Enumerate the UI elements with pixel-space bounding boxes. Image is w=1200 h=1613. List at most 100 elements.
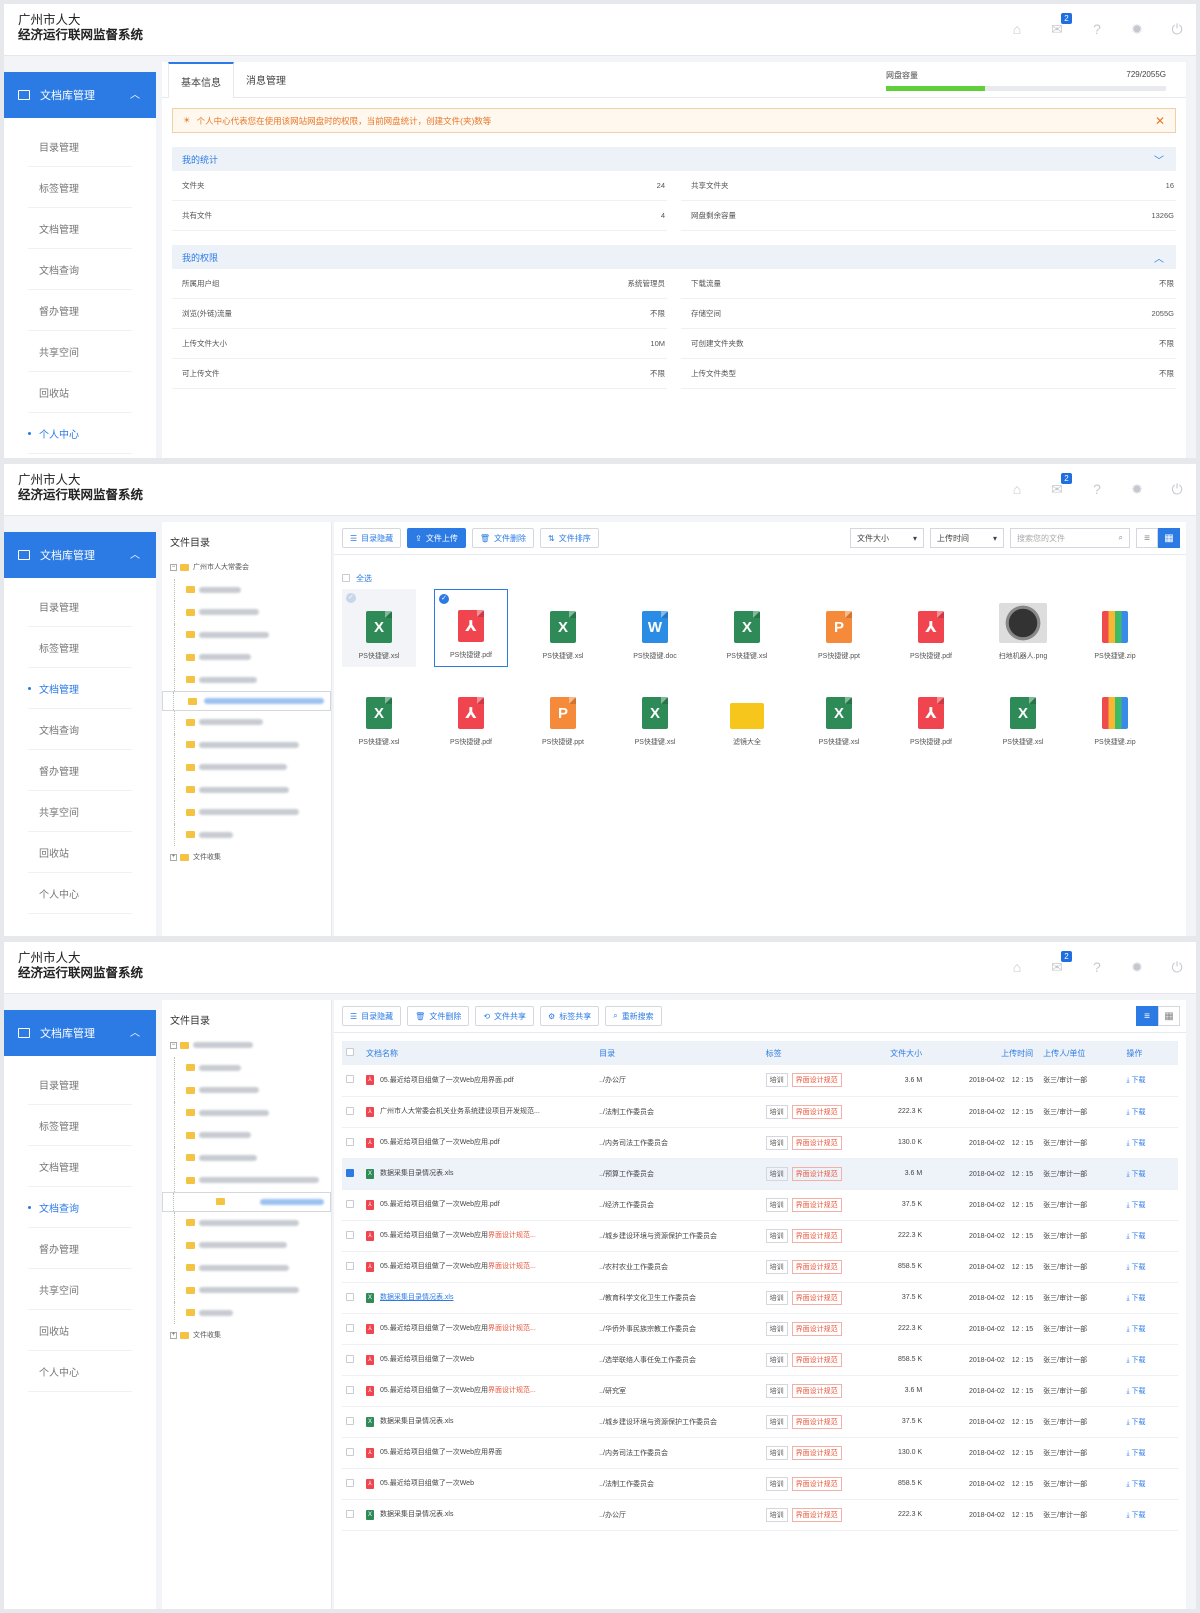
- delete-button[interactable]: 🗑 文件删除: [471, 528, 535, 548]
- sort-button[interactable]: ⇅ 文件排序: [540, 528, 599, 548]
- download-link[interactable]: ⤓ 下载: [1126, 1233, 1145, 1240]
- home-icon[interactable]: ⌂: [1008, 958, 1026, 976]
- select-all[interactable]: 全选: [334, 555, 1186, 589]
- download-link[interactable]: ⤓ 下载: [1126, 1202, 1145, 1209]
- file-card[interactable]: P PS快捷键.ppt: [526, 675, 600, 753]
- download-link[interactable]: ⤓ 下载: [1126, 1419, 1145, 1426]
- tree-node[interactable]: [162, 1301, 331, 1324]
- tree-node[interactable]: [162, 1101, 331, 1124]
- column-header[interactable]: 上传人/单位: [1039, 1041, 1123, 1065]
- download-link[interactable]: ⤓ 下载: [1126, 1264, 1145, 1271]
- research-button[interactable]: ⌕ 重新搜索: [605, 1006, 662, 1026]
- file-card[interactable]: 扫地机器人.png: [986, 589, 1060, 667]
- tree-node[interactable]: [162, 691, 331, 711]
- sidebar-item[interactable]: 督办管理: [28, 290, 132, 331]
- sort-size-select[interactable]: 文件大小 ▾: [850, 528, 924, 548]
- row-checkbox[interactable]: [346, 1354, 354, 1363]
- row-checkbox[interactable]: [346, 1199, 354, 1208]
- sidebar-item[interactable]: 回收站: [28, 372, 132, 413]
- sidebar-item[interactable]: 回收站: [28, 1310, 132, 1351]
- tree-node-collect[interactable]: + 文件收集: [162, 1324, 331, 1347]
- tree-node[interactable]: [162, 623, 331, 646]
- download-link[interactable]: ⤓ 下载: [1126, 1388, 1145, 1395]
- expand-icon[interactable]: −: [170, 1041, 177, 1049]
- tree-node[interactable]: [162, 1191, 331, 1212]
- file-card[interactable]: ✓ X PS快捷键.xsl: [342, 589, 416, 667]
- file-name[interactable]: 05.最近给项目组做了一次Web应用: [380, 1325, 488, 1332]
- column-header[interactable]: 文档名称: [361, 1041, 596, 1065]
- download-link[interactable]: ⤓ 下载: [1126, 1140, 1145, 1147]
- chevron-up-icon[interactable]: ︿: [1154, 250, 1164, 265]
- close-icon[interactable]: ✕: [1155, 114, 1165, 128]
- gear-icon[interactable]: ✹: [1128, 958, 1146, 976]
- tree-node[interactable]: [162, 711, 331, 734]
- row-checkbox[interactable]: [346, 1106, 354, 1115]
- tree-node[interactable]: [162, 778, 331, 801]
- sidebar-item[interactable]: 文档管理: [28, 1146, 132, 1187]
- sidebar-item[interactable]: 督办管理: [28, 750, 132, 791]
- sidebar-item[interactable]: 个人中心: [28, 413, 132, 454]
- sidebar-item[interactable]: 目录管理: [28, 126, 132, 167]
- table-row[interactable]: ⅄ 05.最近给项目组做了一次Web应用界面设计规范... ../城乡建设环境与资源…: [342, 1220, 1178, 1252]
- table-row[interactable]: ⅄ 05.最近给项目组做了一次Web ../选举联络人事任免工作委员会 培训 界面设计规…: [342, 1344, 1178, 1376]
- tree-node[interactable]: [162, 1146, 331, 1169]
- file-card[interactable]: P PS快捷键.ppt: [802, 589, 876, 667]
- tree-node[interactable]: [162, 756, 331, 779]
- row-checkbox[interactable]: [346, 1447, 354, 1456]
- tree-node[interactable]: [162, 733, 331, 756]
- file-card[interactable]: ⅄ PS快捷键.pdf: [894, 589, 968, 667]
- file-card[interactable]: ✓ ⅄ PS快捷键.pdf: [434, 589, 508, 667]
- help-icon[interactable]: ?: [1088, 480, 1106, 498]
- download-link[interactable]: ⤓ 下载: [1126, 1077, 1145, 1084]
- column-header[interactable]: 标签: [761, 1041, 873, 1065]
- chevron-up-icon[interactable]: ︿: [130, 546, 140, 561]
- sidebar-head-docs[interactable]: 文档库管理 ︿: [4, 1010, 156, 1056]
- file-card[interactable]: X PS快捷键.xsl: [526, 589, 600, 667]
- sidebar-head-docs[interactable]: 文档库管理 ︿: [4, 532, 156, 578]
- expand-icon[interactable]: +: [170, 853, 177, 861]
- row-checkbox[interactable]: [346, 1478, 354, 1487]
- sidebar-item[interactable]: 共享空间: [28, 331, 132, 372]
- file-card[interactable]: X PS快捷键.xsl: [986, 675, 1060, 753]
- sidebar-item[interactable]: 共享空间: [28, 791, 132, 832]
- row-checkbox[interactable]: [346, 1137, 354, 1146]
- tree-node[interactable]: [162, 1234, 331, 1257]
- message-icon[interactable]: ✉ 2: [1048, 473, 1072, 498]
- power-icon[interactable]: ⏻: [1168, 20, 1186, 38]
- row-checkbox[interactable]: [346, 1416, 354, 1425]
- tree-node[interactable]: [162, 1256, 331, 1279]
- list-view-icon[interactable]: ≡: [1136, 1006, 1158, 1026]
- expand-icon[interactable]: +: [170, 1331, 177, 1339]
- column-header[interactable]: 文件大小: [872, 1041, 929, 1065]
- gear-icon[interactable]: ✹: [1128, 480, 1146, 498]
- sidebar-item[interactable]: 回收站: [28, 832, 132, 873]
- chevron-up-icon[interactable]: ︿: [130, 86, 140, 101]
- sidebar-item[interactable]: 标签管理: [28, 167, 132, 208]
- file-name[interactable]: 数据采集目录情况表.xls: [380, 1511, 454, 1518]
- table-row[interactable]: X 数据采集目录情况表.xls ../教育科学文化卫生工作委员会 培训 界面设计规范 37…: [342, 1282, 1178, 1314]
- select-all-checkbox[interactable]: [342, 574, 350, 582]
- file-card[interactable]: X PS快捷键.xsl: [802, 675, 876, 753]
- row-checkbox[interactable]: [346, 1385, 354, 1394]
- file-name[interactable]: 数据采集目录情况表.xls: [380, 1170, 454, 1177]
- help-icon[interactable]: ?: [1088, 958, 1106, 976]
- help-icon[interactable]: ?: [1088, 20, 1106, 38]
- tab-basic-info[interactable]: 基本信息: [168, 62, 234, 98]
- tree-node-collect[interactable]: + 文件收集: [162, 846, 331, 869]
- file-name[interactable]: 广州市人大常委会机关业务系统建设项目开发规范...: [380, 1108, 540, 1115]
- home-icon[interactable]: ⌂: [1008, 20, 1026, 38]
- sidebar-item[interactable]: 文档查询: [28, 249, 132, 290]
- file-name[interactable]: 05.最近给项目组做了一次Web应用.pdf: [380, 1139, 500, 1146]
- select-all-checkbox[interactable]: [346, 1048, 354, 1056]
- power-icon[interactable]: ⏻: [1168, 958, 1186, 976]
- column-header[interactable]: 上传时间: [928, 1041, 1040, 1065]
- download-link[interactable]: ⤓ 下载: [1126, 1109, 1145, 1116]
- chevron-up-icon[interactable]: ︿: [130, 1024, 140, 1039]
- sidebar-item[interactable]: 共享空间: [28, 1269, 132, 1310]
- tree-node[interactable]: [162, 1211, 331, 1234]
- table-row[interactable]: ⅄ 05.最近给项目组做了一次Web应用界面.pdf ../办公厅 培训 界面设计规范 3…: [342, 1065, 1178, 1097]
- tree-node[interactable]: [162, 823, 331, 846]
- message-icon[interactable]: ✉ 2: [1048, 951, 1072, 976]
- share-file-button[interactable]: ⟲ 文件共享: [475, 1006, 535, 1026]
- list-view-icon[interactable]: ≡: [1136, 528, 1158, 548]
